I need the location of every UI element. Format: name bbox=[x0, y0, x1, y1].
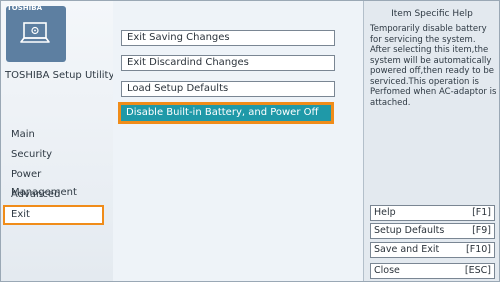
key-code: [F9] bbox=[472, 225, 491, 236]
help-text: Temporarily disable battery for servicin… bbox=[370, 24, 497, 108]
laptop-icon bbox=[20, 22, 50, 43]
sidebar: TOSHIBA TOSHIBA Setup Utility Main Secur… bbox=[1, 1, 115, 281]
brand-logo: TOSHIBA bbox=[7, 4, 42, 12]
exit-saving-changes-button[interactable]: Exit Saving Changes bbox=[121, 30, 335, 46]
exit-options-panel: Exit Saving Changes Exit Discardind Chan… bbox=[113, 1, 363, 281]
help-title: Item Specific Help bbox=[391, 9, 473, 19]
setup-defaults-key-button[interactable]: Setup Defaults [F9] bbox=[370, 223, 495, 239]
exit-discarding-changes-button[interactable]: Exit Discardind Changes bbox=[121, 55, 335, 71]
help-key-button[interactable]: Help [F1] bbox=[370, 205, 495, 221]
close-key-button[interactable]: Close [ESC] bbox=[370, 263, 495, 279]
disable-battery-power-off-button[interactable]: Disable Built-in Battery, and Power Off bbox=[118, 102, 334, 124]
key-code: [ESC] bbox=[464, 265, 491, 276]
bios-window: TOSHIBA TOSHIBA Setup Utility Main Secur… bbox=[0, 0, 500, 282]
key-label: Setup Defaults bbox=[374, 225, 445, 236]
save-and-exit-key-button[interactable]: Save and Exit [F10] bbox=[370, 242, 495, 258]
key-code: [F10] bbox=[466, 244, 491, 255]
key-label: Help bbox=[374, 207, 396, 218]
nav-item-main[interactable]: Main bbox=[5, 126, 109, 144]
nav-item-advanced[interactable]: Advanced bbox=[5, 186, 109, 204]
key-label: Close bbox=[374, 265, 400, 276]
nav-item-exit[interactable]: Exit bbox=[3, 205, 104, 225]
key-code: [F1] bbox=[472, 207, 491, 218]
logo-tile bbox=[6, 6, 66, 62]
nav-item-security[interactable]: Security bbox=[5, 146, 109, 164]
key-label: Save and Exit bbox=[374, 244, 440, 255]
nav-item-power-management[interactable]: Power Management bbox=[5, 166, 109, 198]
help-panel: Item Specific Help Temporarily disable b… bbox=[363, 1, 499, 281]
utility-title: TOSHIBA Setup Utility bbox=[5, 70, 115, 81]
load-setup-defaults-button[interactable]: Load Setup Defaults bbox=[121, 81, 335, 97]
